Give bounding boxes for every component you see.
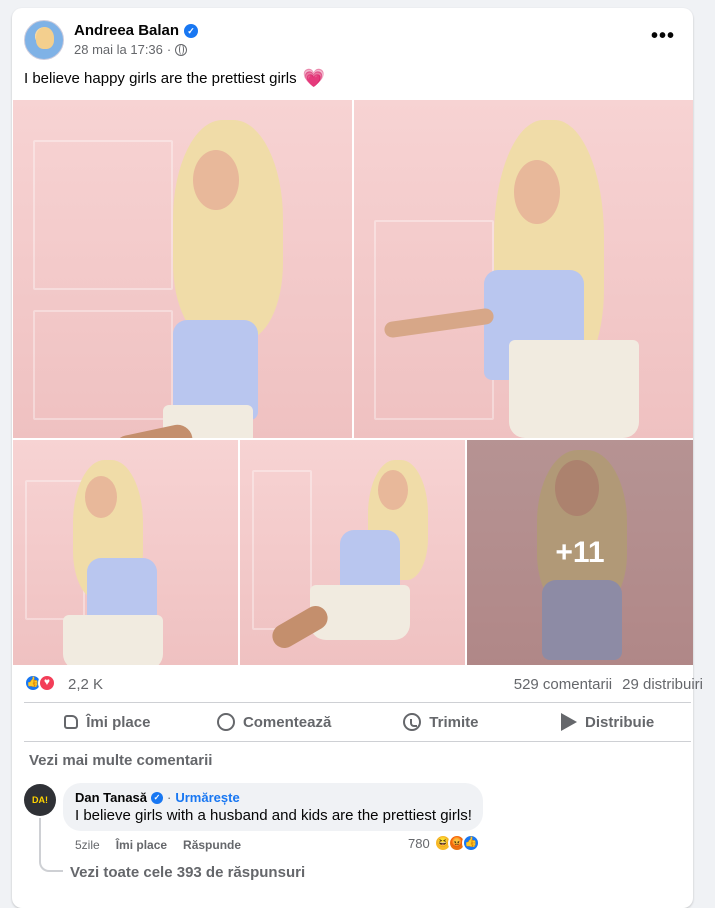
- commenter-avatar[interactable]: DA!: [24, 784, 56, 816]
- post-photo-2[interactable]: [354, 100, 693, 438]
- comment-reactions[interactable]: 780 😆 😡 👍: [408, 834, 480, 852]
- comment-time[interactable]: 5zile: [75, 838, 100, 852]
- post-timestamp[interactable]: 28 mai la 17:36: [74, 42, 163, 57]
- commenter-avatar-text: DA!: [32, 795, 48, 805]
- meta-separator: ·: [166, 42, 172, 57]
- more-photos-overlay[interactable]: +11: [467, 440, 693, 665]
- send-button[interactable]: Trimite: [358, 703, 525, 741]
- like-reaction-icon: 👍: [461, 834, 480, 852]
- share-button[interactable]: Distribuie: [524, 703, 691, 741]
- comment-text: I believe girls with a husband and kids …: [75, 807, 472, 824]
- shares-count[interactable]: 29 distribuiri: [622, 676, 703, 693]
- see-all-replies-link[interactable]: Vezi toate cele 393 de răspunsuri: [70, 864, 305, 881]
- caption-text: I believe happy girls are the prettiest …: [24, 70, 297, 87]
- comment-like-button[interactable]: Îmi place: [116, 838, 167, 852]
- post-meta: 28 mai la 17:36 ·: [74, 42, 188, 57]
- comment-button[interactable]: Comentează: [191, 703, 358, 741]
- author-name[interactable]: Andreea Balan: [74, 22, 179, 39]
- comment-bubble: Dan Tanasă ✓ · Urmărește I believe girls…: [63, 783, 483, 831]
- thumbs-up-icon: [64, 715, 79, 729]
- reactions-row: 👍 ♥ 2,2 K 529 comentarii 29 distribuiri: [12, 666, 703, 702]
- comment-reply-button[interactable]: Răspunde: [183, 838, 241, 852]
- comments-count[interactable]: 529 comentarii: [514, 676, 612, 693]
- post-action-bar: Îmi place Comentează Trimite Distribuie: [24, 702, 691, 742]
- comment-reaction-count: 780: [408, 835, 430, 851]
- post-photo-1[interactable]: [13, 100, 352, 438]
- post-photo-3[interactable]: [13, 440, 238, 665]
- like-label: Îmi place: [86, 713, 151, 731]
- more-options-icon[interactable]: •••: [651, 26, 675, 46]
- globe-icon: [175, 43, 188, 56]
- whatsapp-icon: [403, 713, 422, 731]
- pink-heart-icon: 💗: [302, 68, 326, 88]
- author-name-row: Andreea Balan ✓: [74, 22, 199, 39]
- reply-thread-line: [39, 818, 63, 872]
- share-arrow-icon: [561, 713, 578, 731]
- reaction-count[interactable]: 2,2 K: [68, 676, 103, 693]
- comment-bubble-icon: [216, 713, 235, 731]
- comment-header: Dan Tanasă ✓ · Urmărește: [75, 790, 471, 805]
- see-more-comments-link[interactable]: Vezi mai multe comentarii: [29, 752, 212, 769]
- verified-badge-icon: ✓: [184, 23, 199, 38]
- commenter-name[interactable]: Dan Tanasă: [75, 790, 147, 805]
- post-header: Andreea Balan ✓ 28 mai la 17:36 · •••: [24, 20, 681, 60]
- send-label: Trimite: [429, 713, 479, 731]
- author-avatar[interactable]: [24, 20, 64, 60]
- post-photo-5[interactable]: +11: [467, 440, 693, 665]
- comment-actions: 5zile Îmi place Răspunde: [75, 838, 241, 852]
- like-button[interactable]: Îmi place: [24, 703, 191, 741]
- love-reaction-icon: ♥: [38, 674, 56, 692]
- post-photo-4[interactable]: [240, 440, 465, 665]
- post-caption: I believe happy girls are the prettiest …: [24, 68, 326, 88]
- share-label: Distribuie: [585, 713, 655, 731]
- reaction-icons[interactable]: 👍 ♥: [24, 674, 56, 692]
- comment-separator: ·: [167, 790, 172, 805]
- post-stats: 529 comentarii 29 distribuiri: [514, 676, 703, 693]
- follow-button[interactable]: Urmărește: [175, 790, 239, 805]
- comment-label: Comentează: [242, 713, 332, 731]
- verified-badge-icon: ✓: [151, 791, 164, 804]
